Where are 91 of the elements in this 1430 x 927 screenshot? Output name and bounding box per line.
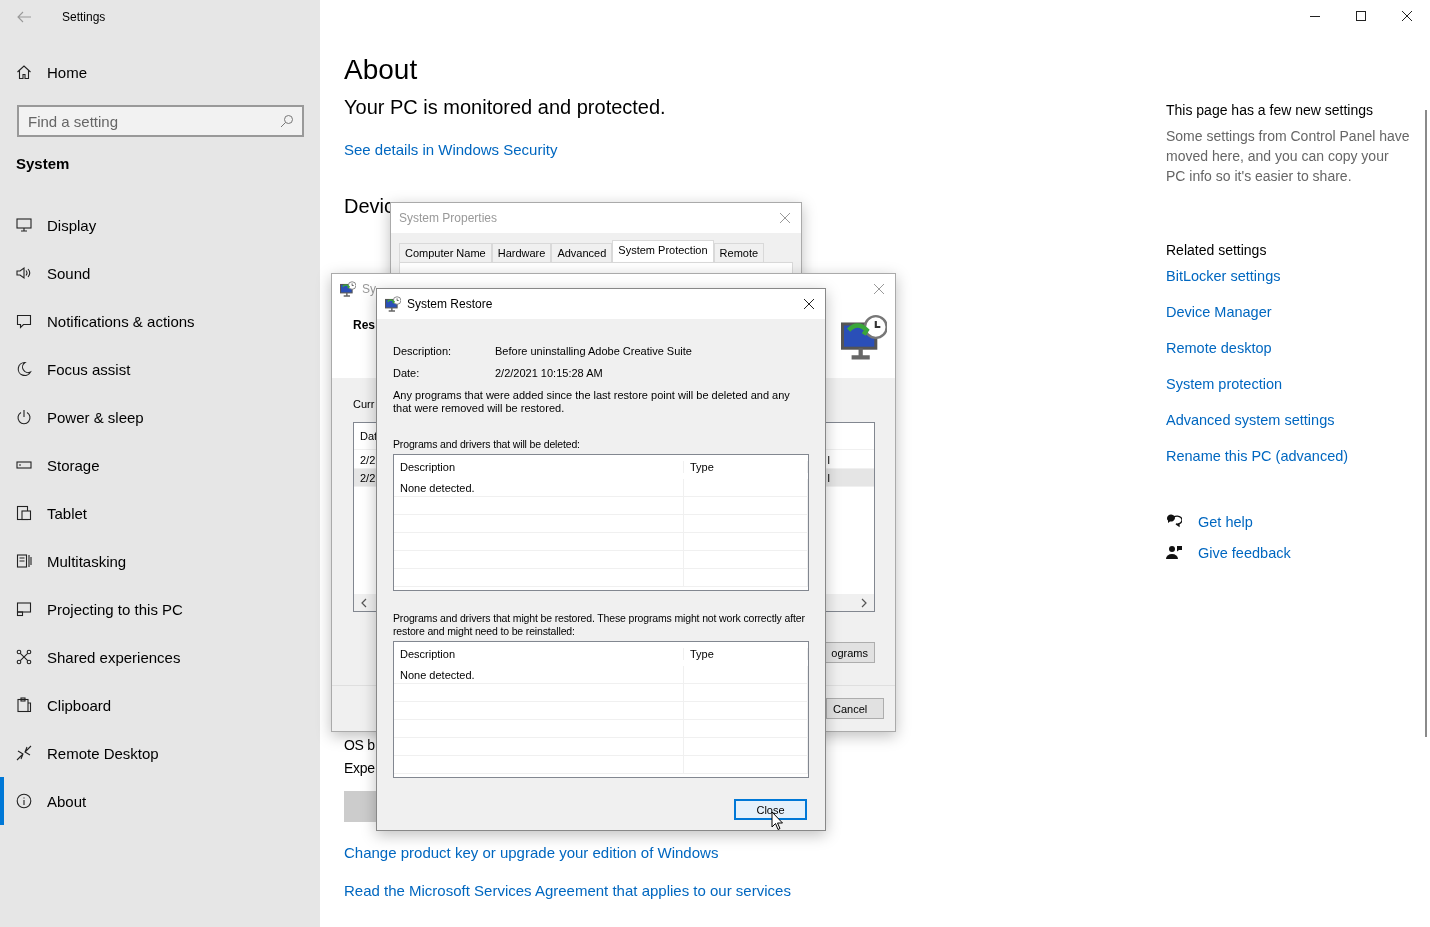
minimize-icon <box>1310 15 1320 17</box>
projector-screen-icon <box>16 601 32 617</box>
home-nav-item[interactable]: Home <box>0 49 320 95</box>
note-text: Any programs that were added since the last restore point will be deleted and any that were removed will be restored. <box>393 389 791 415</box>
person-feedback-icon <box>1166 545 1182 561</box>
tab[interactable]: Advanced <box>551 243 613 262</box>
column-header[interactable]: Description <box>394 648 684 660</box>
help-link[interactable]: Give feedback <box>1198 545 1291 561</box>
chat-help-icon <box>1166 514 1182 530</box>
sidebar-item[interactable]: Focus assist <box>0 345 320 393</box>
related-link[interactable]: System protection <box>1166 376 1283 392</box>
wizard-heading: Res <box>353 318 375 332</box>
window-title: System Properties <box>399 211 498 225</box>
security-link[interactable]: See details in Windows Security <box>344 141 558 158</box>
list-label: Curr <box>353 398 375 410</box>
related-link[interactable]: Rename this PC (advanced) <box>1166 448 1349 464</box>
close-icon <box>1402 11 1412 21</box>
remote-arrows-icon <box>16 745 32 761</box>
display-icon <box>16 217 32 233</box>
sidebar-item[interactable]: Sound <box>0 249 320 297</box>
close-icon <box>803 298 815 310</box>
window-title: System Restore <box>407 297 493 311</box>
sidebar-item[interactable]: Notifications & actions <box>0 297 320 345</box>
related-link[interactable]: Remote desktop <box>1166 340 1272 356</box>
monitor-clock-icon <box>385 296 401 312</box>
table-caption: Programs and drivers that will be deleted: <box>393 438 581 451</box>
help-link[interactable]: Get help <box>1198 514 1253 530</box>
power-icon <box>16 409 32 425</box>
field-label: Description: <box>393 345 453 357</box>
tablet-icon <box>16 505 32 521</box>
right-chevron-icon <box>860 597 868 608</box>
table-cell: None detected. <box>394 479 684 496</box>
close-icon <box>873 283 885 295</box>
tab[interactable]: Remote <box>713 243 765 262</box>
tab[interactable]: System Protection <box>612 240 714 262</box>
multitasking-icon <box>16 553 32 569</box>
page-title: About <box>344 54 418 86</box>
connected-nodes-icon <box>16 649 32 665</box>
related-link[interactable]: Advanced system settings <box>1166 412 1335 428</box>
sidebar-item[interactable]: Tablet <box>0 489 320 537</box>
tab[interactable]: Hardware <box>491 243 552 262</box>
maximize-icon <box>1356 11 1366 21</box>
moon-icon <box>16 361 32 377</box>
monitor-clock-icon <box>841 314 887 360</box>
table-cell: None detected. <box>394 666 684 683</box>
spec-label: OS b <box>344 737 375 753</box>
related-link[interactable]: BitLocker settings <box>1166 268 1281 284</box>
status-text: Your PC is monitored and protected. <box>344 96 666 119</box>
sidebar-item[interactable]: Multitasking <box>0 537 320 585</box>
monitor-clock-icon <box>340 281 356 297</box>
sidebar-item[interactable]: Display <box>0 201 320 249</box>
spec-label: Expe <box>344 760 375 776</box>
link[interactable]: Change product key or upgrade your edition of Windows <box>344 844 719 861</box>
search-icon <box>280 114 294 128</box>
column-header[interactable]: Type <box>684 648 808 660</box>
related-link[interactable]: Device Manager <box>1166 304 1272 320</box>
message-icon <box>16 313 32 329</box>
scrollbar[interactable] <box>1425 110 1427 737</box>
field-label: Date: <box>393 367 421 379</box>
search-field[interactable]: Find a setting <box>17 105 304 137</box>
column-header[interactable]: Dat <box>360 430 378 442</box>
back-arrow-icon <box>16 10 32 23</box>
sidebar-item[interactable]: Power & sleep <box>0 393 320 441</box>
column-header[interactable]: Description <box>394 461 684 473</box>
sidebar-item[interactable]: Clipboard <box>0 681 320 729</box>
related-settings-title: Related settings <box>1166 242 1267 258</box>
link[interactable]: Read the Microsoft Services Agreement that applies to our services <box>344 882 791 899</box>
window-title: Sy <box>362 282 376 296</box>
scan-programs-button[interactable]: ograms <box>824 642 875 663</box>
column-header[interactable]: Type <box>684 461 808 473</box>
field-value: 2/2/2021 10:15:28 AM <box>495 367 604 379</box>
sidebar-item[interactable]: Storage <box>0 441 320 489</box>
home-icon <box>16 64 32 80</box>
field-value: Before uninstalling Adobe Creative Suite <box>495 345 693 357</box>
section-heading: System <box>15 155 71 174</box>
table-caption: Programs and drivers that might be restored. These programs might not work correctly after restore and might need to be reinstalled: <box>393 612 806 638</box>
notice-text: Some settings from Control Panel have moved here, and you can copy your PC info so it's easier to share. <box>1166 127 1410 186</box>
sidebar-item[interactable]: Shared experiences <box>0 633 320 681</box>
sidebar-item[interactable]: Remote Desktop <box>0 729 320 777</box>
info-icon <box>16 793 32 809</box>
window-title: Settings <box>62 9 106 24</box>
sidebar-item[interactable]: About <box>0 777 320 825</box>
tab[interactable]: Computer Name <box>399 243 492 262</box>
speaker-icon <box>16 265 32 281</box>
sidebar-item[interactable]: Projecting to this PC <box>0 585 320 633</box>
left-chevron-icon <box>360 597 368 608</box>
close-icon <box>779 212 791 224</box>
cancel-button[interactable]: Cancel <box>826 698 884 719</box>
notice-title: This page has a few new settings <box>1166 102 1373 118</box>
close-button[interactable]: Close <box>734 799 807 820</box>
clipboard-icon <box>16 697 32 713</box>
